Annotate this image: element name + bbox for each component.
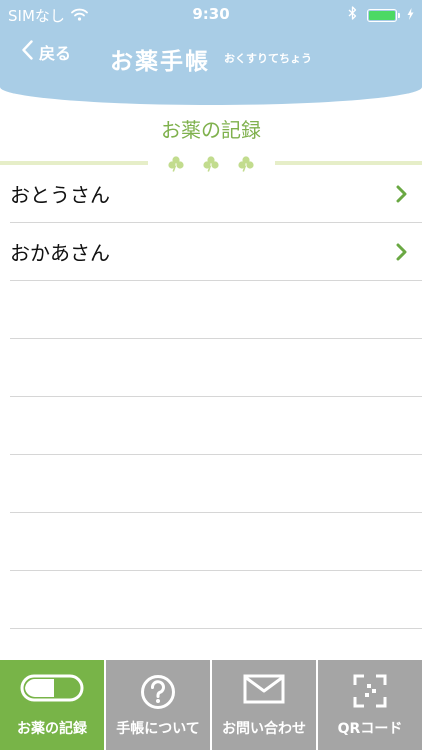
tab-medicine-record[interactable]: お薬の記録 <box>0 660 104 750</box>
list-item-empty <box>10 513 422 571</box>
tab-about-notebook[interactable]: 手帳について <box>106 660 210 750</box>
tab-label: QRコード <box>337 721 403 737</box>
list-item-label: おとうさん <box>10 183 110 207</box>
list-item-father[interactable]: おとうさん <box>10 165 422 223</box>
mail-icon <box>243 674 285 704</box>
page-title: お薬手帳 <box>110 49 210 75</box>
list-item-label: おかあさん <box>10 241 110 265</box>
page-subtitle: おくすりてちょう <box>224 52 312 65</box>
charging-icon <box>407 6 414 24</box>
tab-contact[interactable]: お問い合わせ <box>212 660 316 750</box>
chevron-right-icon <box>396 185 407 203</box>
chevron-left-icon <box>22 40 33 64</box>
list-item-empty <box>10 455 422 513</box>
record-list: おとうさん おかあさん <box>10 165 422 629</box>
back-button[interactable]: 戻る <box>22 40 71 64</box>
battery-cap <box>398 12 400 18</box>
tab-label: 手帳について <box>116 721 200 737</box>
battery-level <box>369 10 395 20</box>
tab-bar: お薬の記録 手帳について お問い合わせ QRコード <box>0 660 422 750</box>
status-bar: SIMなし 9:30 <box>0 0 422 28</box>
list-item-empty <box>10 397 422 455</box>
list-item-mother[interactable]: おかあさん <box>10 223 422 281</box>
bluetooth-icon <box>348 6 357 24</box>
qr-scan-icon <box>353 674 387 708</box>
tab-label: お薬の記録 <box>17 721 87 737</box>
app-screen: SIMなし 9:30 戻る お薬手帳 おくすりてちょう お薬の記録 おとうさん … <box>0 0 422 750</box>
tab-qr-code[interactable]: QRコード <box>318 660 422 750</box>
question-icon <box>141 675 175 709</box>
list-item-empty <box>10 571 422 629</box>
chevron-right-icon <box>396 243 407 261</box>
list-item-empty <box>10 281 422 339</box>
status-right <box>348 6 414 24</box>
battery-icon <box>367 8 400 22</box>
list-item-empty <box>10 339 422 397</box>
back-label: 戻る <box>39 44 72 63</box>
section-title: お薬の記録 <box>161 118 261 142</box>
pill-icon <box>20 674 84 702</box>
tab-label: お問い合わせ <box>222 721 306 737</box>
